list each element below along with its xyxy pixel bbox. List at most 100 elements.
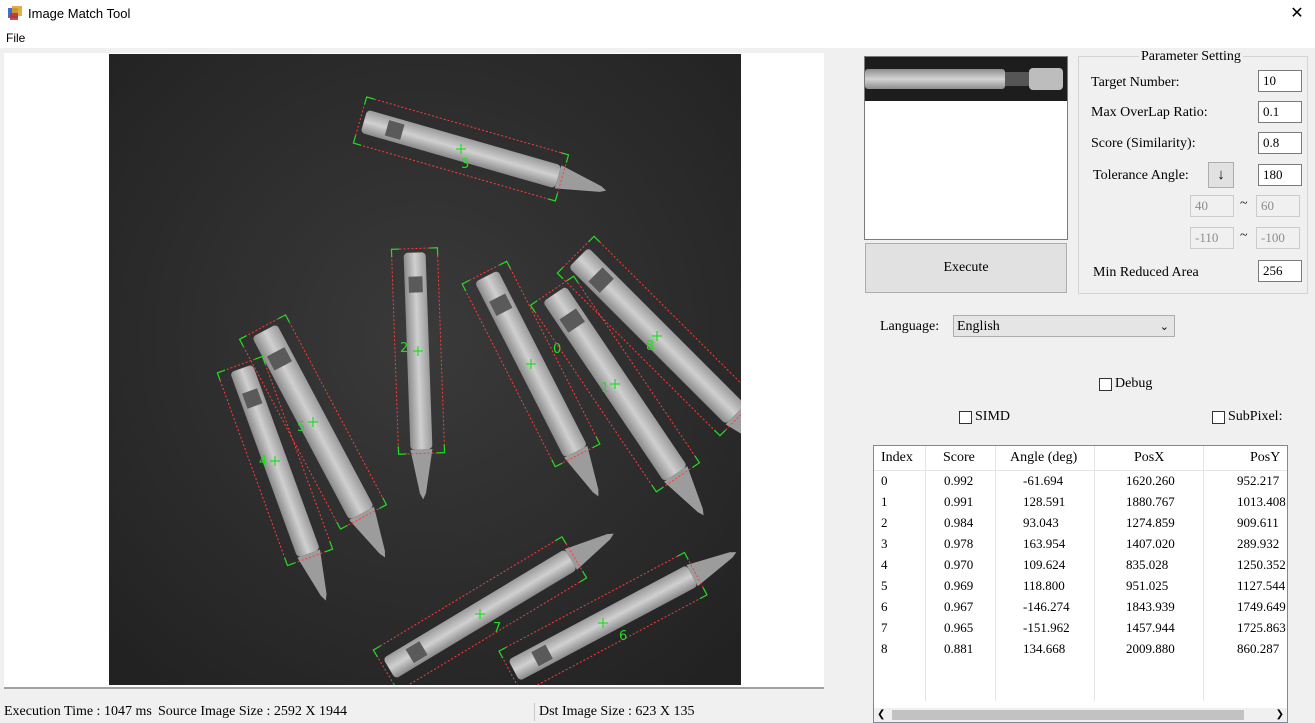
table-row[interactable]: 6 0.967 -146.274 1843.939 1749.649 xyxy=(874,596,1287,617)
header-angle[interactable]: Angle (deg) xyxy=(996,446,1095,470)
execute-button[interactable]: Execute xyxy=(865,243,1067,293)
table-row[interactable]: 0 0.992 -61.694 1620.260 952.217 xyxy=(874,470,1287,491)
source-image-size: Source Image Size : 2592 X 1944 xyxy=(158,704,347,719)
cell-angle: -61.694 xyxy=(996,470,1095,491)
range1-min-input[interactable]: 40 xyxy=(1190,195,1234,217)
table-row[interactable]: 1 0.991 128.591 1880.767 1013.408 xyxy=(874,491,1287,512)
match-index-label: 4 xyxy=(259,454,267,469)
table-row[interactable]: 2 0.984 93.043 1274.859 909.611 xyxy=(874,512,1287,533)
cell-posy: 289.932 xyxy=(1204,533,1287,554)
table-row[interactable]: 3 0.978 163.954 1407.020 289.932 xyxy=(874,533,1287,554)
table-row[interactable]: 8 0.881 134.668 2009.880 860.287 xyxy=(874,638,1287,659)
target-number-input[interactable]: 10 xyxy=(1258,70,1302,92)
header-index[interactable]: Index xyxy=(874,446,926,470)
match-index-label: 2 xyxy=(400,341,408,356)
max-overlap-input[interactable]: 0.1 xyxy=(1258,101,1302,123)
cell-index: 4 xyxy=(874,554,926,575)
min-reduced-area-input[interactable]: 256 xyxy=(1258,260,1302,282)
cell-index: 7 xyxy=(874,617,926,638)
header-score[interactable]: Score xyxy=(926,446,996,470)
execution-time: Execution Time : 1047 ms xyxy=(4,704,152,719)
empty-row xyxy=(874,680,1287,701)
window-title: Image Match Tool xyxy=(28,6,131,21)
simd-checkbox[interactable]: SIMD xyxy=(959,409,1010,425)
cell-score: 0.978 xyxy=(926,533,996,554)
cell-index: 2 xyxy=(874,512,926,533)
template-preview xyxy=(864,56,1068,240)
range2-min-input[interactable]: -110 xyxy=(1190,227,1234,249)
subpixel-label: SubPixel: xyxy=(1228,409,1283,424)
cell-angle: 93.043 xyxy=(996,512,1095,533)
cell-posx: 1457.944 xyxy=(1095,617,1204,638)
cell-posy: 909.611 xyxy=(1204,512,1287,533)
cell-posx: 1407.020 xyxy=(1095,533,1204,554)
parameter-setting-group: Parameter Setting Target Number: 10 Max … xyxy=(1078,49,1308,294)
match-index-label: 6 xyxy=(619,629,627,644)
cell-score: 0.970 xyxy=(926,554,996,575)
cell-posx: 1620.260 xyxy=(1095,470,1204,491)
cell-score: 0.969 xyxy=(926,575,996,596)
empty-cell xyxy=(926,680,996,701)
match-index-label: 5 xyxy=(297,420,305,435)
close-button[interactable]: ✕ xyxy=(1279,0,1315,28)
parameter-setting-legend: Parameter Setting xyxy=(1139,49,1243,65)
simd-label: SIMD xyxy=(975,409,1011,424)
tolerance-angle-input[interactable]: 180 xyxy=(1258,164,1302,186)
cell-index: 1 xyxy=(874,491,926,512)
empty-cell xyxy=(1095,680,1204,701)
range2-max-input[interactable]: -100 xyxy=(1256,227,1300,249)
image-panel[interactable]: 012345678 xyxy=(4,53,824,689)
cell-index: 3 xyxy=(874,533,926,554)
table-row[interactable]: 4 0.970 109.624 835.028 1250.352 xyxy=(874,554,1287,575)
empty-cell xyxy=(1204,659,1287,680)
language-select[interactable]: English ⌄ xyxy=(953,315,1175,337)
cell-angle: -151.962 xyxy=(996,617,1095,638)
tolerance-angle-label: Tolerance Angle: xyxy=(1093,168,1189,183)
target-number-label: Target Number: xyxy=(1091,75,1180,90)
table-row[interactable]: 5 0.969 118.800 951.025 1127.544 xyxy=(874,575,1287,596)
cell-posy: 952.217 xyxy=(1204,470,1287,491)
cell-posy: 1749.649 xyxy=(1204,596,1287,617)
match-index-label: 1 xyxy=(601,381,609,396)
cell-angle: 134.668 xyxy=(996,638,1095,659)
status-separator xyxy=(534,703,535,721)
source-image[interactable]: 012345678 xyxy=(109,54,741,685)
debug-checkbox[interactable]: Debug xyxy=(1099,376,1152,392)
cell-posy: 1250.352 xyxy=(1204,554,1287,575)
cell-score: 0.984 xyxy=(926,512,996,533)
debug-checkbox-box[interactable] xyxy=(1099,377,1112,391)
debug-label: Debug xyxy=(1115,376,1153,391)
cell-posy: 860.287 xyxy=(1204,638,1287,659)
table-row[interactable]: 7 0.965 -151.962 1457.944 1725.863 xyxy=(874,617,1287,638)
score-label: Score (Similarity): xyxy=(1091,136,1196,151)
cell-index: 5 xyxy=(874,575,926,596)
cell-posx: 951.025 xyxy=(1095,575,1204,596)
app-icon xyxy=(8,6,22,20)
language-selected: English xyxy=(957,319,1000,334)
subpixel-checkbox-box[interactable] xyxy=(1212,410,1225,424)
cell-angle: 163.954 xyxy=(996,533,1095,554)
match-index-label: 3 xyxy=(461,157,469,172)
chevron-down-icon: ⌄ xyxy=(1159,321,1169,333)
header-posx[interactable]: PosX xyxy=(1095,446,1204,470)
cell-score: 0.967 xyxy=(926,596,996,617)
score-input[interactable]: 0.8 xyxy=(1258,132,1302,154)
cell-posx: 1274.859 xyxy=(1095,512,1204,533)
result-table[interactable]: Index Score Angle (deg) PosX PosY 0 0.992… xyxy=(873,445,1288,723)
tolerance-arrow-button[interactable]: ↓ xyxy=(1208,162,1234,188)
menu-file[interactable]: File xyxy=(6,31,25,45)
subpixel-checkbox[interactable]: SubPixel: xyxy=(1212,409,1282,425)
menu-bar: File xyxy=(0,28,1315,48)
cell-index: 0 xyxy=(874,470,926,491)
simd-checkbox-box[interactable] xyxy=(959,410,972,424)
header-posy[interactable]: PosY xyxy=(1204,446,1287,470)
template-image xyxy=(865,57,1067,101)
empty-cell xyxy=(1095,659,1204,680)
empty-cell xyxy=(1204,680,1287,701)
table-header: Index Score Angle (deg) PosX PosY xyxy=(874,446,1287,471)
match-index-label: 7 xyxy=(493,621,501,636)
cell-index: 8 xyxy=(874,638,926,659)
cell-angle: 109.624 xyxy=(996,554,1095,575)
range1-max-input[interactable]: 60 xyxy=(1256,195,1300,217)
range1-tilde: ~ xyxy=(1240,196,1248,211)
